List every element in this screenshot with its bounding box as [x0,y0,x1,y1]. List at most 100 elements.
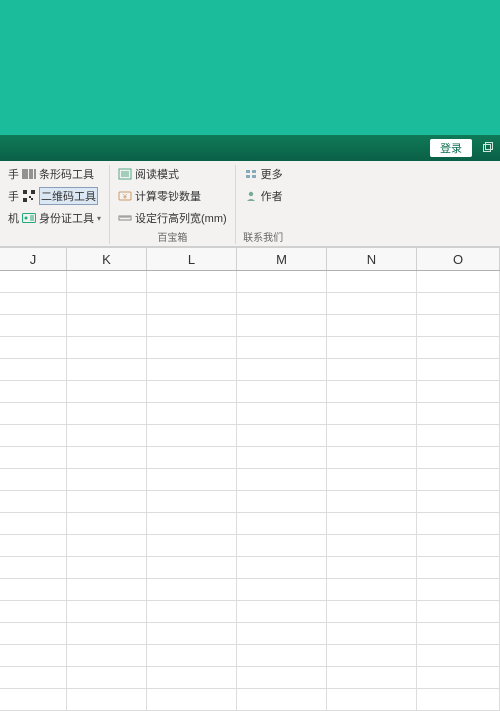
cell[interactable] [67,293,147,315]
dropdown-caret-icon[interactable]: ▾ [97,214,101,223]
cell[interactable] [237,535,327,557]
cell[interactable] [327,381,417,403]
cell[interactable] [327,469,417,491]
cell[interactable] [417,689,500,711]
idcard-tool-button[interactable]: 身份证工具 [39,209,94,227]
cell[interactable] [327,359,417,381]
cell[interactable] [237,623,327,645]
cell[interactable] [0,689,67,711]
cell[interactable] [417,491,500,513]
cell[interactable] [0,271,67,293]
cell[interactable] [417,381,500,403]
cell[interactable] [417,403,500,425]
cell[interactable] [237,425,327,447]
author-button[interactable]: 作者 [242,187,285,205]
cell[interactable] [237,293,327,315]
cell[interactable] [417,601,500,623]
reading-mode-button[interactable]: 阅读模式 [116,165,229,183]
cell[interactable] [417,667,500,689]
cell[interactable] [67,557,147,579]
cell[interactable] [0,513,67,535]
cell[interactable] [0,381,67,403]
cell[interactable] [327,535,417,557]
cell[interactable] [327,667,417,689]
cell[interactable] [147,271,237,293]
cell[interactable] [67,601,147,623]
cell[interactable] [147,381,237,403]
cell[interactable] [417,535,500,557]
row-col-mm-button[interactable]: 设定行高列宽(mm) [116,209,229,227]
cell[interactable] [147,667,237,689]
cell[interactable] [327,689,417,711]
cell[interactable] [327,447,417,469]
cell[interactable] [417,645,500,667]
cell[interactable] [147,469,237,491]
cell[interactable] [237,667,327,689]
cell[interactable] [327,513,417,535]
cell[interactable] [147,557,237,579]
cell[interactable] [417,469,500,491]
cell[interactable] [147,359,237,381]
cell[interactable] [147,579,237,601]
cell[interactable] [0,579,67,601]
cell[interactable] [237,645,327,667]
cell[interactable] [0,667,67,689]
cell[interactable] [237,689,327,711]
cell[interactable] [417,447,500,469]
cell[interactable] [147,293,237,315]
cell[interactable] [237,557,327,579]
cell[interactable] [237,337,327,359]
cell[interactable] [417,293,500,315]
cell[interactable] [147,425,237,447]
cell[interactable] [67,271,147,293]
column-header-M[interactable]: M [237,248,327,270]
cell[interactable] [147,513,237,535]
cell[interactable] [417,359,500,381]
cell[interactable] [67,667,147,689]
cell[interactable] [327,293,417,315]
cell[interactable] [327,645,417,667]
cell[interactable] [0,293,67,315]
cell[interactable] [67,579,147,601]
cell[interactable] [147,337,237,359]
window-restore-icon[interactable] [480,141,494,155]
cell[interactable] [67,337,147,359]
cell[interactable] [0,403,67,425]
cell[interactable] [67,535,147,557]
cell[interactable] [0,601,67,623]
cell[interactable] [147,403,237,425]
cell[interactable] [67,381,147,403]
cell[interactable] [147,535,237,557]
cell[interactable] [67,469,147,491]
cell[interactable] [327,315,417,337]
column-header-K[interactable]: K [67,248,147,270]
cell[interactable] [147,645,237,667]
cell[interactable] [67,425,147,447]
cell[interactable] [417,513,500,535]
cell[interactable] [327,601,417,623]
column-header-O[interactable]: O [417,248,500,270]
cell[interactable] [327,425,417,447]
cell[interactable] [0,535,67,557]
cell[interactable] [237,601,327,623]
cell[interactable] [327,579,417,601]
cell[interactable] [237,469,327,491]
cell[interactable] [0,557,67,579]
cell[interactable] [237,403,327,425]
calc-change-button[interactable]: ¥ 计算零钞数量 [116,187,229,205]
cell[interactable] [0,337,67,359]
cell[interactable] [67,315,147,337]
cell[interactable] [327,623,417,645]
cell[interactable] [0,359,67,381]
cell[interactable] [0,447,67,469]
cell[interactable] [147,689,237,711]
login-button[interactable]: 登录 [430,139,472,157]
cell[interactable] [67,403,147,425]
cell[interactable] [417,271,500,293]
cell[interactable] [327,491,417,513]
cell[interactable] [67,645,147,667]
cell[interactable] [237,491,327,513]
cell[interactable] [327,337,417,359]
cell[interactable] [237,315,327,337]
column-header-J[interactable]: J [0,248,67,270]
